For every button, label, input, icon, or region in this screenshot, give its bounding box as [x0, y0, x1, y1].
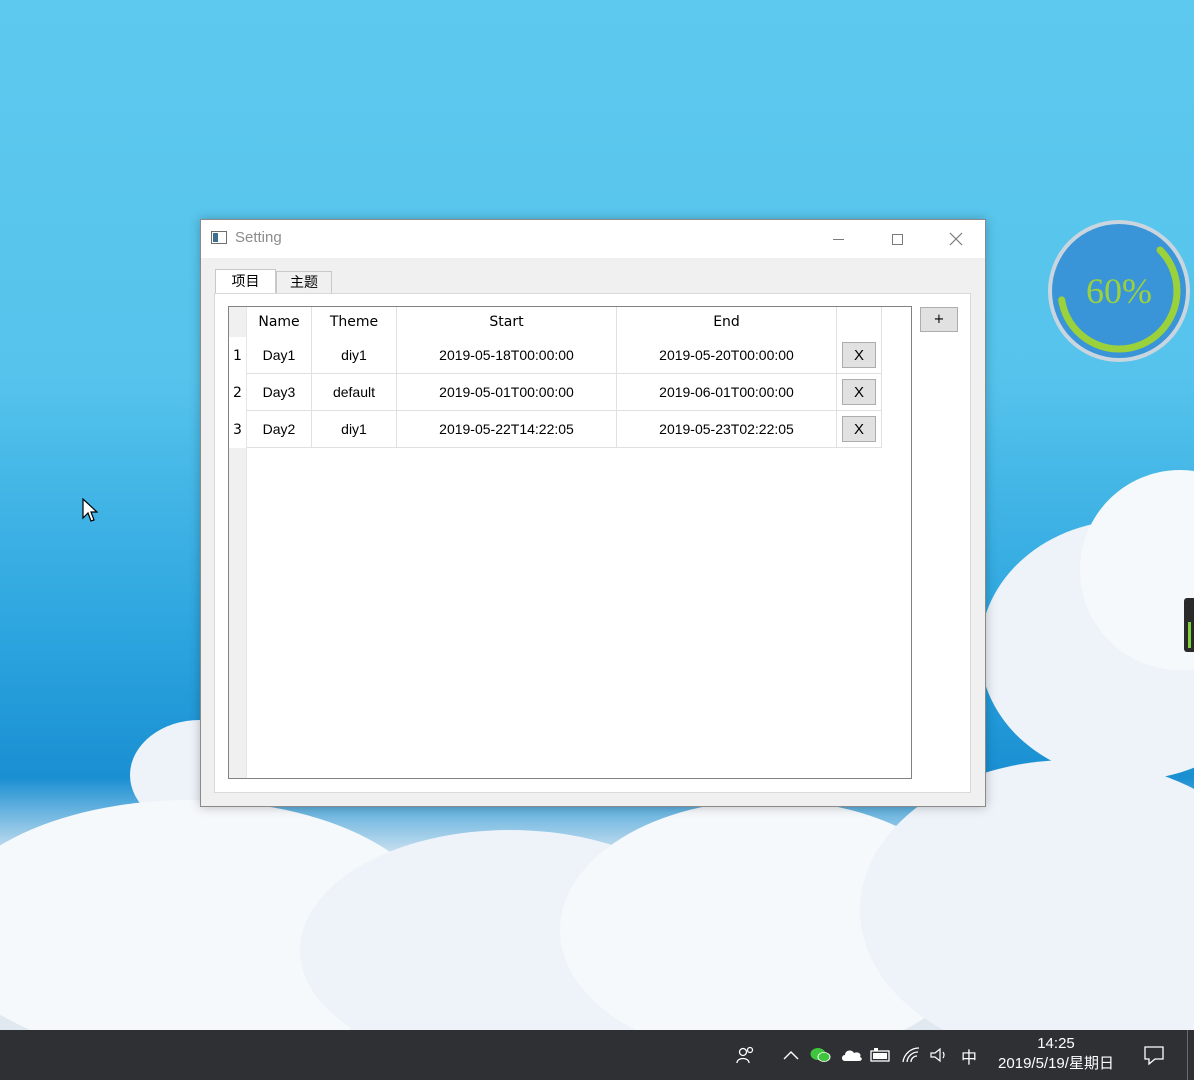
cell-end[interactable]: 2019-06-01T00:00:00 — [617, 374, 837, 411]
row-header: 1 2 3 — [229, 307, 247, 778]
wechat-icon[interactable] — [809, 1044, 833, 1066]
row-index[interactable]: 3 — [229, 411, 246, 448]
mouse-cursor-icon — [82, 497, 99, 528]
table-row[interactable]: Day2 diy1 2019-05-22T14:22:05 2019-05-23… — [247, 411, 882, 448]
table-row[interactable]: Day1 diy1 2019-05-18T00:00:00 2019-05-20… — [247, 337, 882, 374]
column-header-delete[interactable] — [837, 307, 882, 337]
table-corner — [229, 307, 246, 337]
wifi-icon[interactable] — [900, 1044, 922, 1066]
cell-end[interactable]: 2019-05-20T00:00:00 — [617, 337, 837, 374]
clock-date: 2019/5/19/星期日 — [998, 1055, 1114, 1072]
maximize-button[interactable] — [868, 220, 926, 258]
window-title: Setting — [235, 229, 282, 246]
taskbar-clock[interactable]: 14:25 2019/5/19/星期日 — [990, 1034, 1122, 1074]
delete-row-button[interactable]: X — [842, 379, 876, 405]
close-icon — [949, 232, 963, 246]
column-header-name[interactable]: Name — [247, 307, 312, 337]
tab-panel: 1 2 3 Name Theme Start End Day1 diy1 201… — [214, 293, 971, 793]
cell-name[interactable]: Day2 — [247, 411, 312, 448]
row-index[interactable]: 1 — [229, 337, 246, 374]
column-header-start[interactable]: Start — [397, 307, 617, 337]
ime-indicator[interactable]: 中 — [961, 1044, 977, 1068]
volume-icon[interactable] — [928, 1044, 950, 1066]
tab-projects[interactable]: 项目 — [215, 269, 276, 294]
column-header-row: Name Theme Start End — [247, 307, 882, 337]
table-grid: Name Theme Start End Day1 diy1 2019-05-1… — [247, 307, 882, 448]
chevron-up-icon[interactable] — [781, 1044, 801, 1066]
cell-name[interactable]: Day1 — [247, 337, 312, 374]
cell-delete: X — [837, 411, 882, 448]
project-table: 1 2 3 Name Theme Start End Day1 diy1 201… — [228, 306, 912, 779]
cell-theme[interactable]: diy1 — [312, 411, 397, 448]
cell-delete: X — [837, 337, 882, 374]
column-header-end[interactable]: End — [617, 307, 837, 337]
title-bar[interactable]: Setting — [201, 220, 985, 258]
cell-end[interactable]: 2019-05-23T02:22:05 — [617, 411, 837, 448]
gauge-percent-label: 60% — [1086, 271, 1152, 311]
delete-row-button[interactable]: X — [842, 342, 876, 368]
notification-icon[interactable] — [1142, 1044, 1166, 1066]
minimize-icon — [832, 238, 844, 240]
side-dock-handle[interactable] — [1184, 598, 1194, 652]
tab-themes[interactable]: 主题 — [276, 271, 332, 293]
cell-delete: X — [837, 374, 882, 411]
app-icon — [211, 231, 227, 244]
minimize-button[interactable] — [809, 220, 867, 258]
add-row-button[interactable]: + — [920, 307, 958, 332]
table-row[interactable]: Day3 default 2019-05-01T00:00:00 2019-06… — [247, 374, 882, 411]
usage-gauge-widget[interactable]: 60% — [1046, 218, 1192, 364]
onedrive-icon[interactable] — [840, 1044, 864, 1066]
maximize-icon — [891, 233, 903, 245]
delete-row-button[interactable]: X — [842, 416, 876, 442]
cell-name[interactable]: Day3 — [247, 374, 312, 411]
setting-window: Setting 项目 主题 1 2 3 Name Theme Start End — [200, 219, 986, 807]
show-desktop-button[interactable] — [1187, 1030, 1188, 1080]
cell-start[interactable]: 2019-05-18T00:00:00 — [397, 337, 617, 374]
row-index[interactable]: 2 — [229, 374, 246, 411]
close-button[interactable] — [927, 220, 985, 258]
cell-theme[interactable]: default — [312, 374, 397, 411]
cell-start[interactable]: 2019-05-01T00:00:00 — [397, 374, 617, 411]
cell-start[interactable]: 2019-05-22T14:22:05 — [397, 411, 617, 448]
clock-time: 14:25 — [1037, 1035, 1075, 1052]
taskbar: 中 14:25 2019/5/19/星期日 — [0, 1030, 1194, 1080]
battery-icon[interactable] — [870, 1044, 892, 1066]
cell-theme[interactable]: diy1 — [312, 337, 397, 374]
column-header-theme[interactable]: Theme — [312, 307, 397, 337]
people-icon[interactable] — [735, 1044, 757, 1066]
